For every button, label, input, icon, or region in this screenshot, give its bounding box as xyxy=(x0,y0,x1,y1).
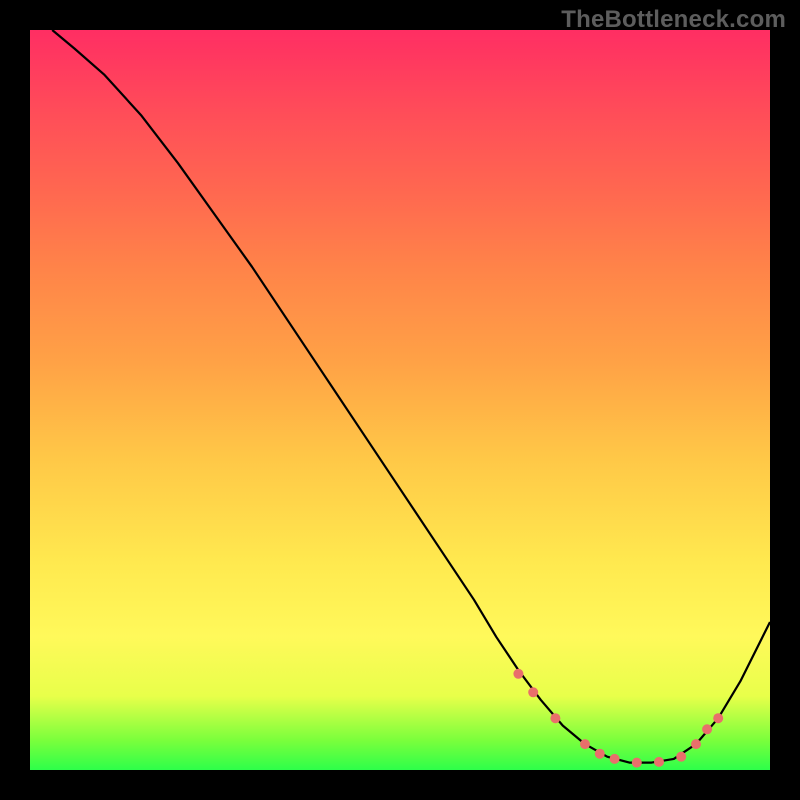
curve-marker xyxy=(676,752,686,762)
curve-marker xyxy=(654,757,664,767)
curve-marker xyxy=(580,739,590,749)
curve-marker xyxy=(691,739,701,749)
curve-marker xyxy=(550,713,560,723)
curve-marker xyxy=(702,724,712,734)
marker-group xyxy=(513,669,723,768)
chart-svg xyxy=(30,30,770,770)
chart-frame: TheBottleneck.com xyxy=(0,0,800,800)
curve-marker xyxy=(632,758,642,768)
curve-marker xyxy=(713,713,723,723)
curve-marker xyxy=(528,687,538,697)
bottleneck-curve xyxy=(52,30,770,763)
curve-marker xyxy=(513,669,523,679)
plot-area xyxy=(30,30,770,770)
curve-marker xyxy=(610,754,620,764)
curve-marker xyxy=(595,749,605,759)
